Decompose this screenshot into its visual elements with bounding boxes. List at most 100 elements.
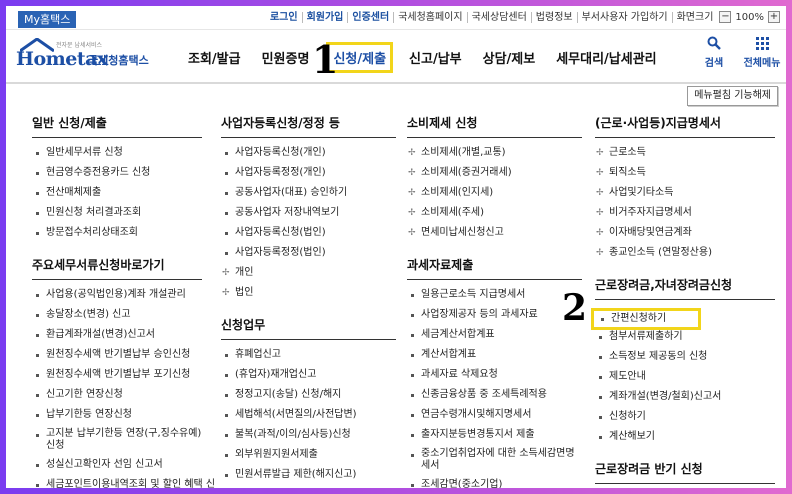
menu-item[interactable]: 첨부서류제출하기 — [595, 330, 775, 350]
all-menu-button[interactable]: 전체메뉴 — [738, 34, 786, 69]
section-title: 사업자등록신청/정정 등 — [221, 114, 396, 138]
menu-group-item[interactable]: 면세미납세신청신고 — [407, 226, 582, 246]
zoom-value: 100% — [735, 11, 764, 23]
menu-item[interactable]: (휴업자)재개업신고 — [221, 368, 396, 388]
menu-item[interactable]: 외부위원지원서제출 — [221, 448, 396, 468]
nav-tax-agent[interactable]: 세무대리/납세관리 — [556, 48, 656, 67]
menu-group-item[interactable]: 퇴직소득 — [595, 166, 775, 186]
all-menu-label: 전체메뉴 — [743, 58, 781, 69]
menu-item[interactable]: 고지분 납부기한등 연장(구,징수유예)신청 — [32, 428, 202, 458]
main-header: 전자문 납세서비스 Hometax 국세청홈택스 조회/발급 민원증명 신청/제… — [6, 30, 786, 84]
menu-item[interactable]: 원천징수세액 반기별납부 포기신청 — [32, 368, 202, 388]
menu-item[interactable]: 공동사업자 저장내역보기 — [221, 206, 396, 226]
section-title: 주요세무서류신청바로가기 — [32, 256, 202, 280]
login-link[interactable]: 로그인 — [266, 11, 303, 23]
menu-group-item[interactable]: 사업및기타소득 — [595, 186, 775, 206]
menu-item[interactable]: 사업자등록신청(개인) — [221, 146, 396, 166]
menu-item[interactable]: 전산매체제출 — [32, 186, 202, 206]
menu-item[interactable]: 계산해보기 — [595, 430, 775, 450]
menu-group-item[interactable]: 소비제세(주세) — [407, 206, 582, 226]
main-nav: 조회/발급 민원증명 신청/제출 신고/납부 상담/제보 세무대리/납세관리 — [188, 30, 678, 84]
menu-column-3: 소비제세 신청 소비제세(개별,교통) 소비제세(증권거래세) 소비제세(인지세… — [407, 114, 582, 488]
mega-menu-panel: 메뉴펼침 기능해제 일반 신청/제출 일반세무서류 신청 현금영수증전용카드 신… — [6, 84, 786, 488]
zoom-control: − 100% + — [719, 11, 780, 23]
section-title: 소비제세 신청 — [407, 114, 582, 138]
menu-item[interactable]: 세법해석(서면질의/사전답변) — [221, 408, 396, 428]
menu-group-item[interactable]: 비거주자지급명세서 — [595, 206, 775, 226]
search-button[interactable]: 검색 — [690, 34, 738, 69]
menu-group-item[interactable]: 종교인소득 (연말정산용) — [595, 246, 775, 266]
menu-column-4: (근로·사업등)지급명세서 근로소득 퇴직소득 사업및기타소득 비거주자지급명세… — [591, 114, 775, 488]
tax-consult-link[interactable]: 국세상담센터 — [468, 11, 532, 23]
menu-group-item[interactable]: 이자배당및연금계좌 — [595, 226, 775, 246]
search-label: 검색 — [704, 58, 724, 69]
menu-item[interactable]: 세금포인트이용내역조회 및 할인 혜택 신 — [32, 478, 215, 488]
cert-center-link[interactable]: 인증센터 — [348, 11, 395, 23]
menu-item[interactable]: 신종금융상품 중 조세특례적용 — [407, 388, 582, 408]
menu-group-item[interactable]: 소비제세(인지세) — [407, 186, 582, 206]
menu-column-1: 일반 신청/제출 일반세무서류 신청 현금영수증전용카드 신청 전산매체제출 민… — [32, 114, 215, 488]
menu-item[interactable]: 소득정보 제공동의 신청 — [595, 350, 775, 370]
menu-expand-disable-button[interactable]: 메뉴펼침 기능해제 — [687, 86, 778, 106]
menu-item[interactable]: 사업자등록정정(법인) — [221, 246, 396, 266]
nav-consult-report[interactable]: 상담/제보 — [483, 48, 536, 67]
menu-item[interactable]: 사업자등록정정(개인) — [221, 166, 396, 186]
section-title: 일반 신청/제출 — [32, 114, 202, 138]
nav-report-pay[interactable]: 신고/납부 — [409, 48, 462, 67]
search-icon — [707, 36, 721, 50]
signup-link[interactable]: 회원가입 — [303, 11, 349, 23]
section-title: 근로장려금,자녀장려금신청 — [595, 276, 775, 300]
menu-item[interactable]: 세금계산서합계표 — [407, 328, 582, 348]
menu-group-item[interactable]: 근로소득 — [595, 146, 775, 166]
nav-civil-cert[interactable]: 민원증명 — [262, 48, 310, 67]
logo-subtitle: 국세청홈택스 — [88, 54, 149, 67]
menu-item[interactable]: 정정고지(송달) 신청/해지 — [221, 388, 396, 408]
easy-apply-item[interactable]: 간편신청하기 — [591, 308, 701, 330]
menu-item[interactable]: 불복(과적/이의/심사등)신청 — [221, 428, 396, 448]
menu-group-item[interactable]: 개인 — [221, 266, 396, 286]
menu-item[interactable]: 계산서합계표 — [407, 348, 582, 368]
menu-group-item[interactable]: 소비제세(증권거래세) — [407, 166, 582, 186]
section-title: 근로장려금 반기 신청 — [595, 460, 775, 484]
menu-item[interactable]: 사업자등록신청(법인) — [221, 226, 396, 246]
menu-item[interactable]: 조세감면(중소기업) — [407, 478, 582, 488]
menu-item[interactable]: 환급계좌개설(변경)신고서 — [32, 328, 202, 348]
menu-item[interactable]: 제도안내 — [595, 370, 775, 390]
nav-inquiry-issue[interactable]: 조회/발급 — [188, 48, 241, 67]
section-title: 과세자료제출 — [407, 256, 582, 280]
menu-item[interactable]: 출자지분등변경통지서 제출 — [407, 428, 582, 448]
menu-item[interactable]: 원천징수세액 반기별납부 승인신청 — [32, 348, 202, 368]
utility-bar: My홈택스 로그인 회원가입 인증센터 국세청홈페이지 국세상담센터 법령정보 … — [6, 6, 786, 30]
menu-item[interactable]: 사업장제공자 등의 과세자료 — [407, 308, 582, 328]
menu-item[interactable]: 성실신고확인자 선임 신고서 — [32, 458, 202, 478]
menu-item[interactable]: 일용근로소득 지급명세서 — [407, 288, 582, 308]
menu-item[interactable]: 사업용(공익법인용)계좌 개설관리 — [32, 288, 202, 308]
menu-item[interactable]: 민원서류발급 제한(해지신고) — [221, 468, 396, 488]
browser-viewport: My홈택스 로그인 회원가입 인증센터 국세청홈페이지 국세상담센터 법령정보 … — [6, 6, 786, 488]
section-title: 신청업무 — [221, 316, 396, 340]
menu-item[interactable]: 납부기한등 연장신청 — [32, 408, 202, 428]
menu-item[interactable]: 연금수령개시및해지명세서 — [407, 408, 582, 428]
menu-group-item[interactable]: 법인 — [221, 286, 396, 306]
menu-item[interactable]: 방문접수처리상태조회 — [32, 226, 202, 246]
menu-item[interactable]: 민원신청 처리결과조회 — [32, 206, 202, 226]
annotation-number-1: 1 — [312, 37, 339, 82]
menu-item[interactable]: 계좌개설(변경/철회)신고서 — [595, 390, 775, 410]
menu-item[interactable]: 일반세무서류 신청 — [32, 146, 202, 166]
dept-user-link[interactable]: 부서사용자 가입하기 — [578, 11, 673, 23]
menu-item[interactable]: 신고기한 연장신청 — [32, 388, 202, 408]
menu-item[interactable]: 현금영수증전용카드 신청 — [32, 166, 202, 186]
menu-item[interactable]: 송달장소(변경) 신고 — [32, 308, 202, 328]
hometax-logo[interactable]: 전자문 납세서비스 Hometax 국세청홈택스 — [16, 38, 166, 72]
zoom-out-button[interactable]: − — [719, 11, 732, 23]
menu-item[interactable]: 공동사업자(대표) 승인하기 — [221, 186, 396, 206]
menu-item[interactable]: 휴폐업신고 — [221, 348, 396, 368]
menu-item[interactable]: 신청하기 — [595, 410, 775, 430]
menu-group-item[interactable]: 소비제세(개별,교통) — [407, 146, 582, 166]
nts-homepage-link[interactable]: 국세청홈페이지 — [394, 11, 468, 23]
zoom-in-button[interactable]: + — [768, 11, 780, 23]
law-info-link[interactable]: 법령정보 — [532, 11, 578, 23]
menu-item[interactable]: 과세자료 삭제요청 — [407, 368, 582, 388]
my-hometax-tab[interactable]: My홈택스 — [18, 11, 77, 28]
menu-item[interactable]: 중소기업취업자에 대한 소득세감면명세서 — [407, 448, 582, 478]
